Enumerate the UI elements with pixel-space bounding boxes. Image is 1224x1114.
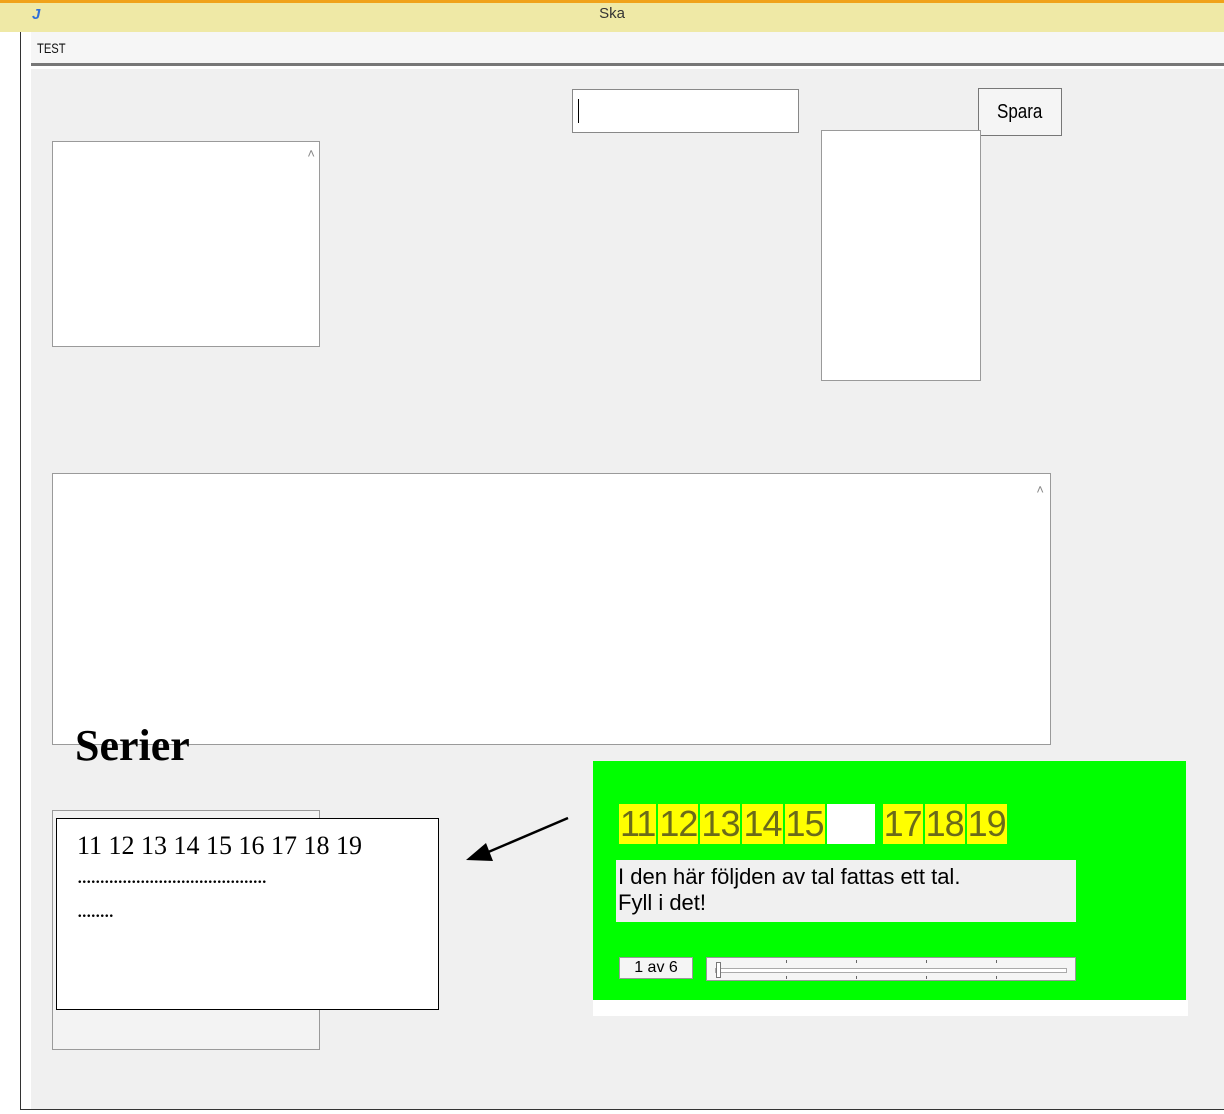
section-heading: Serier	[75, 721, 190, 770]
slider-tick	[926, 960, 927, 963]
title-bar: J Ska	[0, 0, 1224, 32]
save-button-label: Spara	[997, 101, 1043, 123]
number-cell: 15	[784, 803, 825, 844]
slider-tick	[996, 960, 997, 963]
text-caret	[578, 99, 579, 123]
item-counter: 1 av 6	[619, 957, 693, 979]
item-list-box[interactable]: ˄	[52, 141, 320, 347]
scroll-up-icon[interactable]: ˄	[1036, 482, 1044, 497]
number-cell: 12	[658, 803, 698, 844]
name-input[interactable]	[572, 89, 799, 133]
sequence-example-card: 11 12 13 14 15 16 17 18 19 .............…	[56, 818, 439, 1010]
right-list-box[interactable]	[821, 130, 981, 381]
number-cell: 17	[882, 803, 923, 844]
slider-tick	[786, 976, 787, 979]
instruction-line-1: I den här följden av tal fattas ett tal.	[618, 864, 961, 889]
number-cell: 14	[742, 803, 783, 844]
slider-tick	[856, 976, 857, 979]
slider-tick	[996, 976, 997, 979]
scroll-up-icon[interactable]: ˄	[307, 146, 315, 161]
window-border-bottom	[20, 1109, 1224, 1110]
answer-dots-line: ........................................…	[77, 863, 267, 888]
answer-dots-line-2: ........	[77, 897, 114, 922]
window-border-left	[20, 32, 21, 1110]
app-window: J Ska TEST ˄ Spara ˄ Serier 11 12 13 14 …	[0, 0, 1224, 1114]
instruction-line-2: Fyll i det!	[618, 890, 707, 915]
blurred-label-name	[360, 93, 550, 110]
exercise-preview: 11 12 13 14 15 17 18 19 I den här följden av ta…	[593, 761, 1186, 1000]
blurred-label-list	[55, 108, 325, 125]
blurred-label-description	[50, 430, 790, 447]
number-cell: 18	[924, 803, 965, 844]
slider-thumb[interactable]	[716, 962, 721, 978]
preview-bottom-strip	[593, 1000, 1188, 1016]
number-cell: 11	[619, 803, 656, 844]
item-slider[interactable]	[706, 957, 1076, 981]
number-sequence: 11 12 13 14 15 17 18 19	[619, 804, 1009, 844]
number-cell: 19	[966, 803, 1007, 844]
slider-tick	[856, 960, 857, 963]
slider-track	[715, 968, 1067, 973]
menu-item-test[interactable]: TEST	[37, 40, 66, 56]
menu-bar: TEST	[31, 32, 1224, 66]
window-title: Ska	[599, 5, 625, 22]
save-button[interactable]: Spara	[978, 88, 1062, 136]
slider-tick	[926, 976, 927, 979]
missing-number-input[interactable]	[826, 804, 875, 844]
description-textarea[interactable]: ˄	[52, 473, 1051, 745]
instruction-text: I den här följden av tal fattas ett tal.…	[616, 860, 1076, 922]
sequence-text: 11 12 13 14 15 16 17 18 19	[77, 831, 363, 860]
number-cell: 13	[700, 803, 740, 844]
slider-tick	[786, 960, 787, 963]
